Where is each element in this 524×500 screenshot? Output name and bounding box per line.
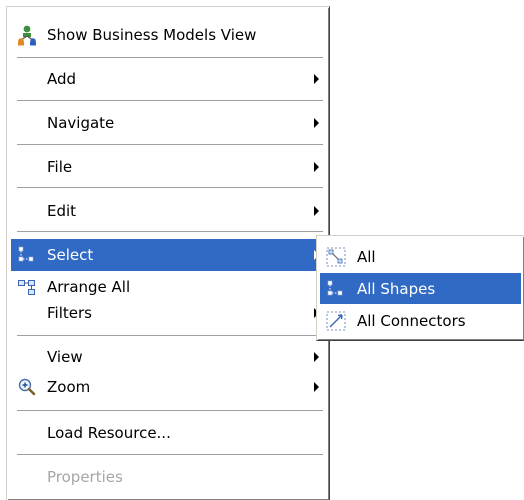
menu-item-label: Filters — [47, 304, 92, 322]
menu-item-label: Edit — [47, 202, 77, 220]
submenu-item-all-shapes[interactable]: All Shapes — [320, 273, 521, 304]
submenu-arrow-icon — [314, 382, 319, 392]
menu-separator — [17, 57, 323, 59]
menu-separator — [17, 187, 323, 189]
select-all-icon — [324, 245, 348, 269]
menu-item-file[interactable]: File — [11, 151, 325, 183]
menu-item-label: Arrange All — [47, 278, 131, 296]
menu-separator — [17, 144, 323, 146]
menu-item-select[interactable]: Select — [11, 239, 325, 271]
menu-item-label: View — [47, 348, 83, 366]
menu-item-label: Navigate — [47, 114, 115, 132]
menu-item-navigate[interactable]: Navigate — [11, 107, 325, 139]
menu-separator — [17, 454, 323, 456]
menu-separator — [17, 231, 323, 233]
submenu-item-all-connectors[interactable]: All Connectors — [320, 305, 521, 336]
submenu-arrow-icon — [314, 118, 319, 128]
submenu-arrow-icon — [314, 74, 319, 84]
menu-item-label: Show Business Models View — [47, 26, 257, 44]
select-shapes-icon — [15, 243, 39, 267]
menu-item-label: Select — [47, 246, 94, 264]
select-submenu: All All Shapes All Connectors — [316, 235, 524, 341]
menu-item-label: All — [357, 247, 376, 266]
menu-item-label: Properties — [47, 468, 123, 486]
zoom-in-icon — [15, 375, 39, 399]
menu-item-label: All Connectors — [357, 311, 466, 330]
menu-item-show-business-models-view[interactable]: Show Business Models View — [11, 19, 325, 51]
menu-item-properties: Properties — [11, 461, 325, 493]
menu-item-label: File — [47, 158, 73, 176]
submenu-arrow-icon — [314, 352, 319, 362]
menu-item-label: Zoom — [47, 378, 91, 396]
context-menu: Show Business Models View Add Navigate F… — [6, 6, 330, 500]
menu-separator — [17, 335, 323, 337]
menu-item-filters[interactable]: Filters — [11, 297, 325, 329]
select-connectors-icon — [324, 309, 348, 333]
menu-separator — [17, 100, 323, 102]
menu-item-label: Add — [47, 70, 77, 88]
menu-item-edit[interactable]: Edit — [11, 195, 325, 227]
submenu-arrow-icon — [314, 162, 319, 172]
menu-item-add[interactable]: Add — [11, 63, 325, 95]
menu-item-label: Load Resource... — [47, 424, 171, 442]
menu-item-zoom[interactable]: Zoom — [11, 371, 325, 403]
menu-item-label: All Shapes — [357, 279, 436, 298]
menu-item-view[interactable]: View — [11, 341, 325, 373]
business-models-icon — [15, 23, 39, 47]
select-shapes-icon — [324, 277, 348, 301]
submenu-arrow-icon — [314, 206, 319, 216]
submenu-item-all[interactable]: All — [320, 241, 521, 272]
menu-item-load-resource[interactable]: Load Resource... — [11, 417, 325, 449]
menu-separator — [17, 410, 323, 412]
arrange-all-icon — [15, 275, 39, 299]
